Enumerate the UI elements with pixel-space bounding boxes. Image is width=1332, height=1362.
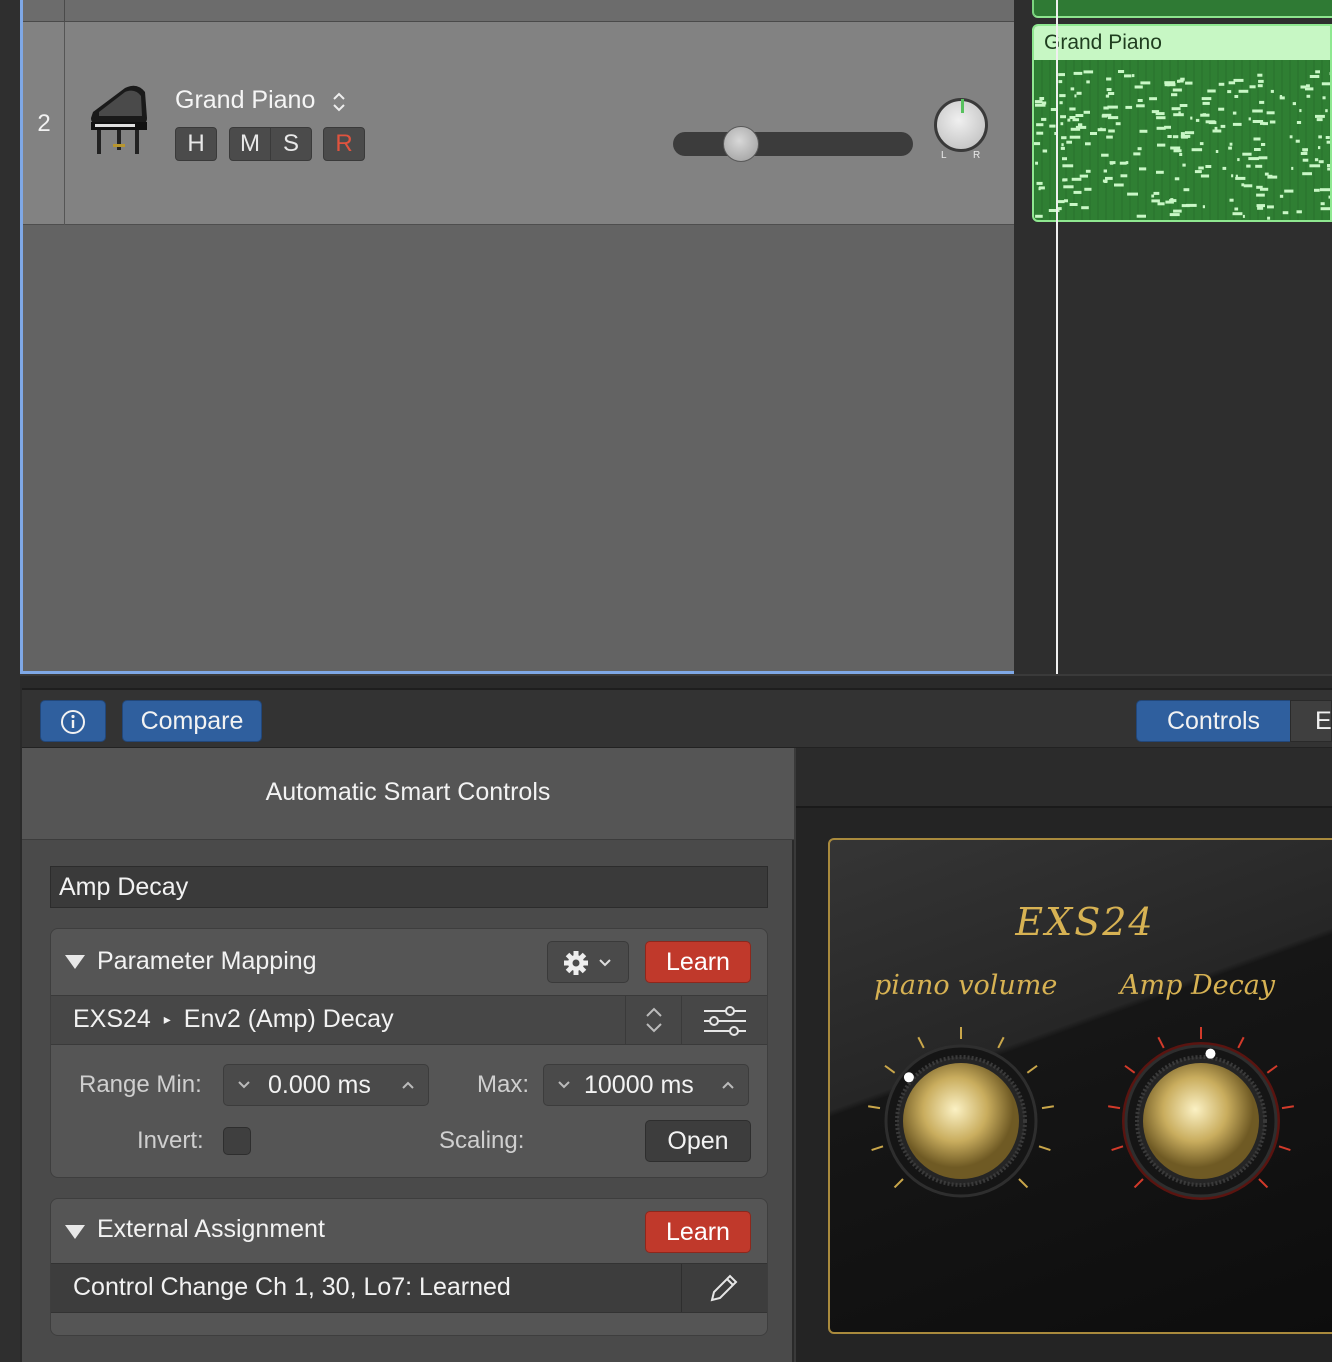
piano-volume-knob[interactable] [866, 1026, 1056, 1216]
mapping-actions-button[interactable] [547, 941, 629, 983]
smart-controls-view: EXS24 piano volume Amp Decay [796, 748, 1332, 1362]
tracks-area: 2 Grand Piano H M S R L R Grand Piano [0, 0, 1332, 1362]
assignment-row[interactable]: Control Change Ch 1, 30, Lo7: Learned [51, 1263, 767, 1313]
solo-button[interactable]: S [270, 127, 312, 161]
pan-left-label: L [941, 150, 947, 161]
sliders-icon [704, 1006, 746, 1036]
volume-slider[interactable] [673, 132, 913, 156]
max-label: Max: [477, 1071, 530, 1098]
region-previous-track[interactable] [1032, 0, 1332, 18]
invert-label: Invert: [137, 1127, 204, 1154]
panel-toolbar: Compare Controls E [22, 690, 1332, 748]
range-max-value[interactable]: 10000 ms [584, 1071, 694, 1100]
disclosure-triangle-icon[interactable] [65, 1225, 85, 1239]
track-name[interactable]: Grand Piano [175, 86, 315, 115]
parameter-stepper[interactable] [625, 996, 681, 1044]
pan-right-label: R [973, 150, 981, 161]
parameter-name: Env2 (Amp) Decay [183, 1005, 394, 1033]
left-edge-strip [0, 0, 20, 1362]
chevron-down-icon[interactable] [236, 1079, 252, 1091]
track-header-grand-piano[interactable]: 2 Grand Piano H M S R L R [23, 22, 1014, 225]
tracks-region-area[interactable]: Grand Piano [1014, 0, 1332, 674]
chevron-up-icon[interactable] [720, 1079, 736, 1091]
track-number: 2 [37, 110, 51, 137]
info-button[interactable] [40, 700, 106, 742]
range-min-value[interactable]: 0.000 ms [268, 1071, 371, 1100]
inspector-header: Automatic Smart Controls [22, 748, 794, 840]
external-learn-button[interactable]: Learn [645, 1211, 751, 1253]
info-icon [61, 710, 85, 734]
chevron-down-icon[interactable] [556, 1079, 572, 1091]
external-assignment-title[interactable]: External Assignment [97, 1215, 325, 1244]
edit-assignment-button[interactable] [681, 1264, 767, 1312]
chevron-down-icon [599, 959, 611, 967]
record-enable-button[interactable]: R [323, 127, 365, 161]
scaling-open-button[interactable]: Open [645, 1120, 751, 1162]
external-assignment-group: External Assignment Learn Control Change… [50, 1198, 768, 1336]
gear-icon [564, 951, 611, 975]
range-min-field[interactable]: 0.000 ms [223, 1064, 429, 1106]
disclosure-triangle-icon[interactable] [65, 955, 85, 969]
grand-piano-icon[interactable] [85, 82, 151, 162]
volume-slider-thumb[interactable] [723, 126, 759, 162]
hide-button[interactable]: H [175, 127, 217, 161]
playhead[interactable] [1056, 0, 1058, 674]
invert-checkbox[interactable] [223, 1127, 251, 1155]
range-max-field[interactable]: 10000 ms [543, 1064, 749, 1106]
chevron-updown-icon[interactable] [330, 90, 348, 114]
parameter-settings-button[interactable] [681, 996, 767, 1044]
track-row-1[interactable] [23, 0, 1014, 22]
compare-button[interactable]: Compare [122, 700, 262, 742]
piano-volume-label: piano volume [874, 970, 1058, 1001]
pencil-icon [710, 1274, 738, 1302]
parameter-mapping-title[interactable]: Parameter Mapping [97, 947, 317, 976]
exs24-smart-controls-panel: EXS24 piano volume Amp Decay [828, 838, 1332, 1334]
range-min-label: Range Min: [79, 1071, 202, 1098]
control-name-field[interactable]: Amp Decay [50, 866, 768, 908]
path-separator-icon: ▸ [163, 1011, 171, 1027]
amp-decay-knob[interactable] [1106, 1026, 1296, 1216]
parameter-learn-button[interactable]: Learn [645, 941, 751, 983]
parameter-selector[interactable]: EXS24 ▸ Env2 (Amp) Decay [51, 995, 767, 1045]
chevron-updown-icon [646, 1007, 662, 1033]
smart-controls-title: EXS24 [1015, 900, 1155, 944]
midi-notes-preview [1034, 60, 1330, 220]
track-headers-pane[interactable]: 2 Grand Piano H M S R L R [20, 0, 1014, 674]
chevron-up-icon[interactable] [400, 1079, 416, 1091]
parameter-path: EXS24 ▸ Env2 (Amp) Decay [73, 1005, 394, 1034]
parameter-mapping-group: Parameter Mapping Learn EXS24 ▸ Env2 (Am… [50, 928, 768, 1178]
parameter-plugin: EXS24 [73, 1005, 151, 1033]
mute-button[interactable]: M [229, 127, 271, 161]
smart-controls-header-strip [796, 748, 1332, 808]
track-number-column [23, 0, 65, 22]
midi-region[interactable]: Grand Piano [1032, 24, 1332, 222]
region-title-bar[interactable]: Grand Piano [1034, 26, 1330, 60]
smart-controls-inspector: Automatic Smart Controls Amp Decay Param… [22, 748, 794, 1362]
assignment-text: Control Change Ch 1, 30, Lo7: Learned [73, 1273, 511, 1301]
tab-next[interactable]: E [1290, 700, 1332, 742]
amp-decay-label: Amp Decay [1120, 970, 1276, 1001]
scaling-label: Scaling: [439, 1127, 525, 1154]
tab-controls[interactable]: Controls [1136, 700, 1291, 742]
inspector-title: Automatic Smart Controls [265, 778, 551, 806]
pan-knob[interactable] [934, 98, 988, 152]
region-title: Grand Piano [1044, 31, 1162, 54]
smart-controls-panel: Compare Controls E Automatic Smart Contr… [22, 688, 1332, 1362]
